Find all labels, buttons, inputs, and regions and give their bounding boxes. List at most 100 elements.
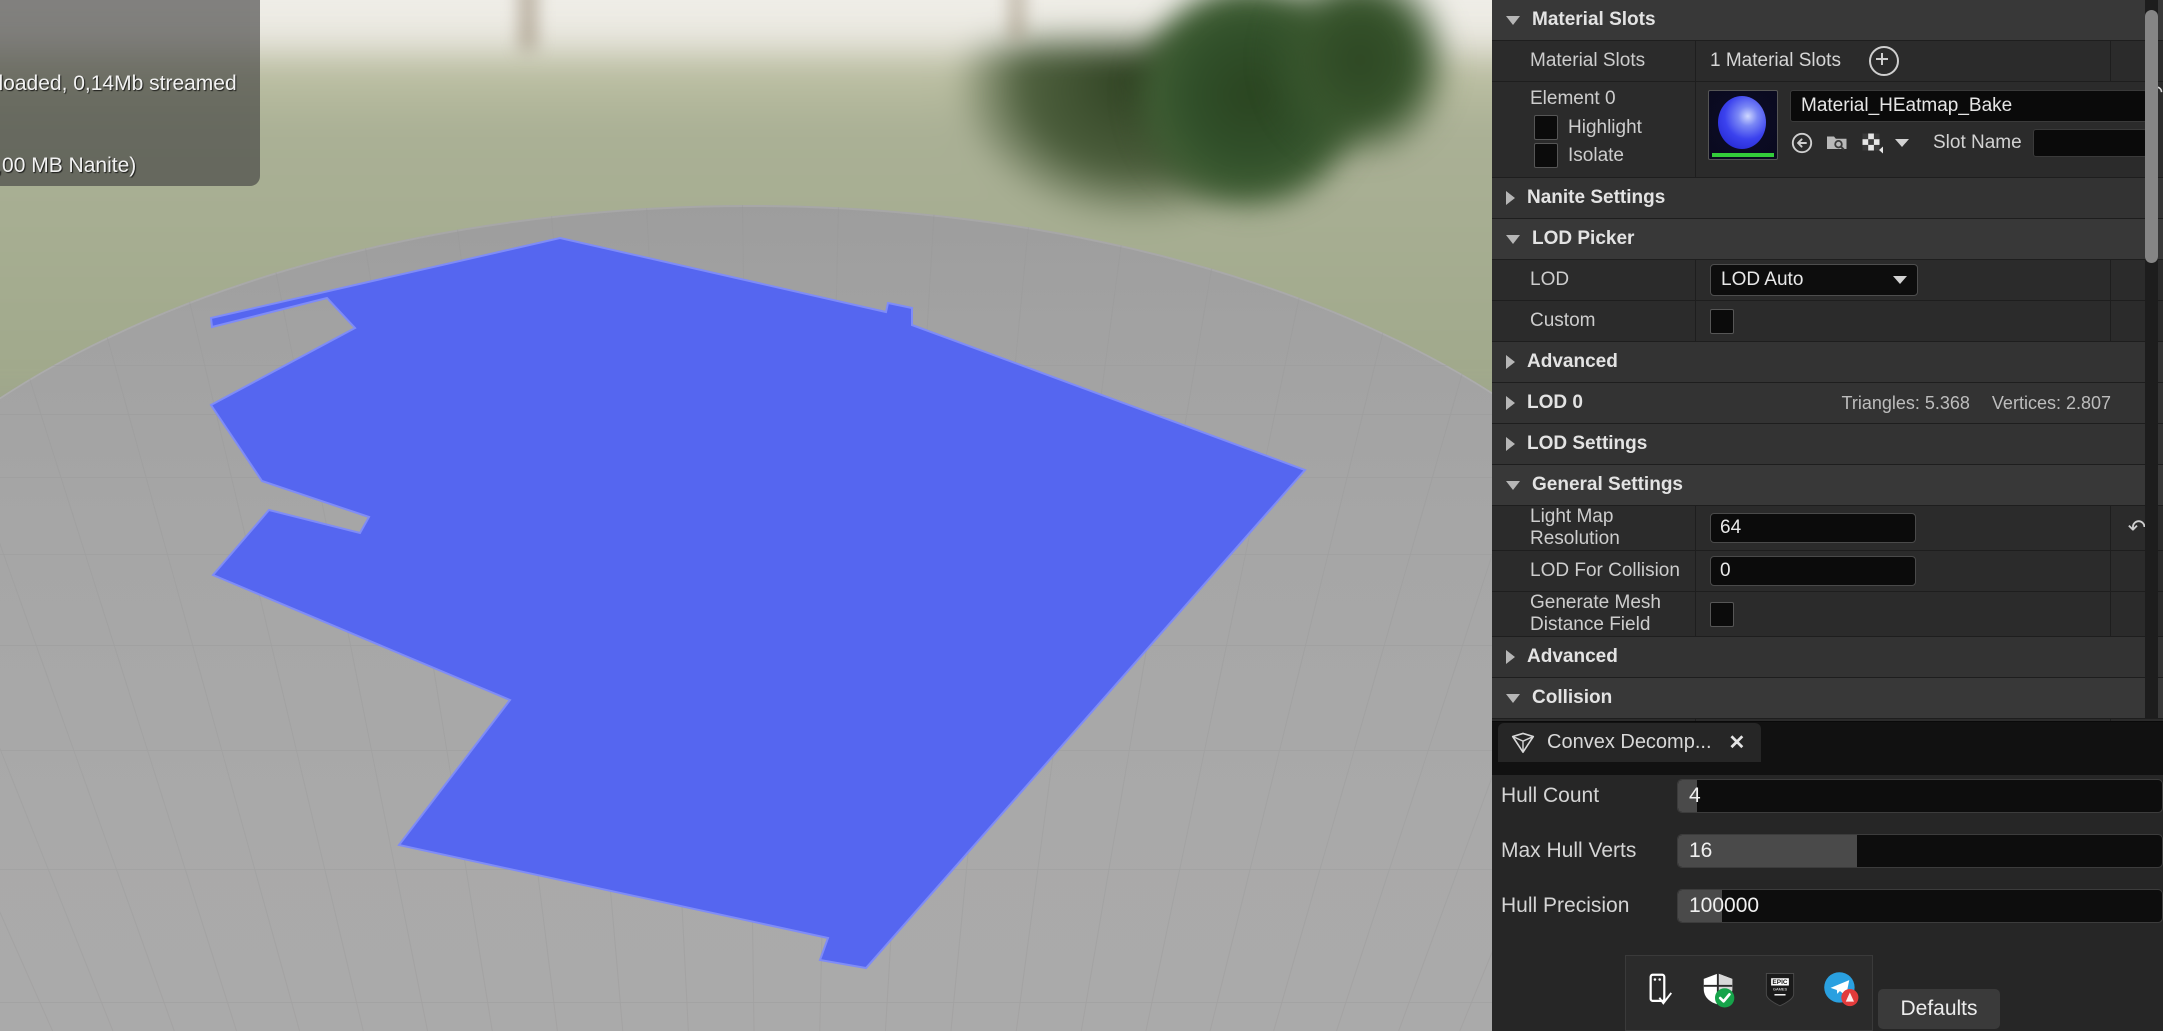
row-lod-for-collision: LOD For Collision 0 ↶ xyxy=(1492,551,2163,592)
chevron-right-icon[interactable] xyxy=(1506,650,1515,664)
material-sphere-preview-icon xyxy=(1718,96,1766,149)
windows-security-shield-icon[interactable] xyxy=(1699,970,1737,1008)
isolate-checkbox[interactable] xyxy=(1534,143,1558,168)
section-header-collision[interactable]: Collision xyxy=(1492,678,2163,719)
background-bush-2-icon xyxy=(1230,0,1490,160)
add-material-slot-button[interactable] xyxy=(1868,46,1899,76)
app-window: ays loaded, 0,14Mb streamed 3 (0,00 MB N… xyxy=(0,0,2163,1031)
stats-streaming-line: ays loaded, 0,14Mb streamed xyxy=(0,72,237,95)
svg-text:GAMES: GAMES xyxy=(1773,987,1788,992)
value-custom xyxy=(1695,301,2110,341)
lod-dropdown[interactable]: LOD Auto xyxy=(1710,264,1918,296)
label-lod-for-collision: LOD For Collision xyxy=(1530,560,1680,581)
hull-precision-value: 100000 xyxy=(1689,894,1760,917)
defaults-button[interactable]: Defaults xyxy=(1878,989,2000,1029)
chevron-right-icon[interactable] xyxy=(1506,191,1515,205)
chevron-right-icon[interactable] xyxy=(1506,355,1515,369)
section-header-general-settings[interactable]: General Settings xyxy=(1492,465,2163,506)
custom-checkbox[interactable] xyxy=(1710,308,1734,334)
label-lod: LOD xyxy=(1530,269,1570,290)
section-header-lod-picker[interactable]: LOD Picker xyxy=(1492,219,2163,260)
background-tree-trunk-2-icon xyxy=(1010,0,1024,40)
material-thumbnail[interactable] xyxy=(1708,90,1778,160)
slot-name-input[interactable] xyxy=(2032,129,2148,157)
safely-remove-hardware-icon[interactable] xyxy=(1638,970,1676,1008)
chevron-down-icon xyxy=(1893,276,1907,284)
use-selected-asset-icon[interactable] xyxy=(1860,131,1884,155)
hull-precision-slider[interactable]: 100000 xyxy=(1677,889,2163,923)
label-custom: Custom xyxy=(1530,310,1596,331)
highlight-checkbox[interactable] xyxy=(1534,115,1558,140)
light-map-resolution-value: 64 xyxy=(1720,517,1742,538)
lod-0-stats: Triangles: 5.368 Vertices: 2.807 xyxy=(1842,393,2112,414)
chevron-right-icon[interactable] xyxy=(1506,396,1515,410)
section-title-general-settings: General Settings xyxy=(1532,474,1683,495)
section-header-general-advanced[interactable]: Advanced xyxy=(1492,637,2163,678)
convex-tab-bar: Convex Decomp... ✕ xyxy=(1492,722,2163,762)
section-header-lod-picker-advanced[interactable]: Advanced xyxy=(1492,342,2163,383)
lod-for-collision-input[interactable]: 0 xyxy=(1710,556,1916,586)
row-lod: LOD LOD Auto ↶ xyxy=(1492,260,2163,301)
section-title-general-advanced: Advanced xyxy=(1527,646,1618,667)
convex-tab-title: Convex Decomp... xyxy=(1547,731,1712,753)
row-highlight[interactable]: Highlight xyxy=(1534,115,1695,140)
details-scrollbar-thumb[interactable] xyxy=(2145,10,2158,263)
chevron-down-icon[interactable] xyxy=(1506,693,1520,703)
viewport-stats-overlay: ays loaded, 0,14Mb streamed 3 (0,00 MB N… xyxy=(0,0,260,186)
section-header-material-slots[interactable]: Material Slots xyxy=(1492,0,2163,41)
row-hull-precision: Hull Precision 100000 xyxy=(1492,885,2163,927)
label-material-slots: Material Slots xyxy=(1530,50,1646,71)
section-title-lod-settings: LOD Settings xyxy=(1527,433,1648,454)
label-highlight: Highlight xyxy=(1568,116,1642,138)
label-slot-name: Slot Name xyxy=(1933,132,2022,153)
element-0-left: Element 0 Highlight Isolate xyxy=(1492,82,1695,177)
chevron-down-icon[interactable] xyxy=(1506,15,1520,25)
value-light-map-resolution: 64 xyxy=(1695,506,2110,550)
epic-games-launcher-icon[interactable]: EPIC GAMES xyxy=(1761,970,1799,1008)
row-light-map-resolution: Light Map Resolution 64 ↶ xyxy=(1492,506,2163,551)
stats-nanite-line: 3 (0,00 MB Nanite) xyxy=(0,154,137,177)
folder-search-icon[interactable] xyxy=(1825,131,1849,155)
max-hull-verts-slider[interactable]: 16 xyxy=(1677,834,2163,868)
material-chevron-down-icon[interactable] xyxy=(1895,139,1909,147)
label-hull-count: Hull Count xyxy=(1501,784,1600,807)
lod-for-collision-value: 0 xyxy=(1720,560,1731,581)
section-title-material-slots: Material Slots xyxy=(1532,9,1656,30)
material-tools-row: Slot Name xyxy=(1790,129,2148,157)
row-material-element-0: Element 0 Highlight Isolate Material_HEa… xyxy=(1492,82,2163,178)
chevron-down-icon[interactable] xyxy=(1506,234,1520,244)
section-header-lod-settings[interactable]: LOD Settings xyxy=(1492,424,2163,465)
mesh-editor-viewport[interactable]: ays loaded, 0,14Mb streamed 3 (0,00 MB N… xyxy=(0,0,1492,1031)
label-hull-precision: Hull Precision xyxy=(1501,894,1630,917)
chevron-right-icon[interactable] xyxy=(1506,437,1515,451)
section-title-lod-picker: LOD Picker xyxy=(1532,228,1635,249)
row-isolate[interactable]: Isolate xyxy=(1534,143,1695,168)
tab-convex-decomposition[interactable]: Convex Decomp... ✕ xyxy=(1498,723,1762,762)
section-header-nanite-settings[interactable]: Nanite Settings xyxy=(1492,178,2163,219)
value-generate-mesh-distance-field xyxy=(1695,592,2110,636)
section-title-collision: Collision xyxy=(1532,687,1613,708)
value-lod: LOD Auto xyxy=(1695,260,2110,300)
row-max-hull-verts: Max Hull Verts 16 xyxy=(1492,830,2163,872)
viewport-floor-grid xyxy=(0,205,1492,1031)
label-generate-mesh-distance-field: Generate Mesh Distance Field xyxy=(1530,592,1661,635)
hull-count-value: 4 xyxy=(1689,784,1701,807)
label-max-hull-verts: Max Hull Verts xyxy=(1501,839,1637,862)
lod-0-vertices: Vertices: 2.807 xyxy=(1991,392,2111,413)
section-header-lod-0[interactable]: LOD 0 Triangles: 5.368 Vertices: 2.807 xyxy=(1492,383,2163,424)
material-asset-name: Material_HEatmap_Bake xyxy=(1801,95,2013,116)
generate-mesh-distance-field-checkbox[interactable] xyxy=(1710,601,1734,627)
element-0-right: Material_HEatmap_Bake Slot Name xyxy=(1695,82,2148,177)
lod-0-triangles: Triangles: 5.368 xyxy=(1841,392,1970,413)
row-generate-mesh-distance-field: Generate Mesh Distance Field ↶ xyxy=(1492,592,2163,637)
section-title-lod-picker-advanced: Advanced xyxy=(1527,351,1618,372)
hull-count-slider[interactable]: 4 xyxy=(1677,779,2163,813)
material-slots-count-text: 1 Material Slots xyxy=(1710,50,1841,71)
material-asset-field[interactable]: Material_HEatmap_Bake xyxy=(1790,90,2148,122)
browse-to-asset-icon[interactable] xyxy=(1790,131,1814,155)
chevron-down-icon[interactable] xyxy=(1506,480,1520,490)
light-map-resolution-input[interactable]: 64 xyxy=(1710,513,1916,543)
telegram-icon[interactable] xyxy=(1822,970,1860,1008)
row-hull-count: Hull Count 4 xyxy=(1492,775,2163,817)
close-icon[interactable]: ✕ xyxy=(1729,730,1746,755)
